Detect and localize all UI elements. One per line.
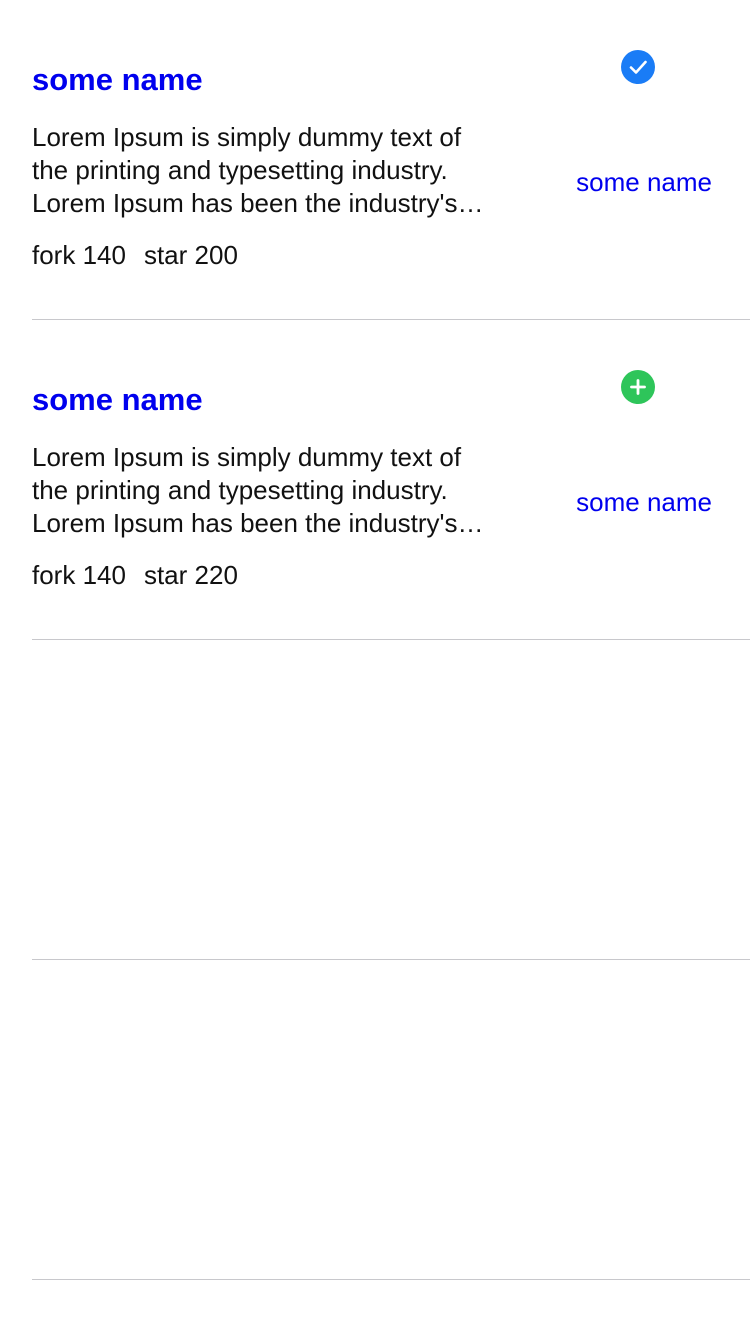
owner-link[interactable]: some name bbox=[576, 486, 712, 518]
repo-name[interactable]: some name bbox=[32, 382, 203, 418]
star-count: star 220 bbox=[143, 560, 238, 590]
empty-cell bbox=[0, 960, 750, 1280]
cell-separator bbox=[32, 1279, 750, 1280]
owner-link[interactable]: some name bbox=[576, 166, 712, 198]
repo-description: Lorem Ipsum is simply dummy text of the … bbox=[32, 442, 462, 538]
plus-circle-icon[interactable] bbox=[621, 370, 655, 404]
repo-cell[interactable]: some name Lorem Ipsum is simply dummy te… bbox=[0, 320, 750, 640]
repo-cell[interactable]: some name Lorem Ipsum is simply dummy te… bbox=[0, 0, 750, 320]
fork-count: fork 140 bbox=[32, 240, 126, 270]
repo-stats: fork 140 star 220 bbox=[32, 559, 256, 591]
checkmark-circle-icon[interactable] bbox=[621, 50, 655, 84]
repo-description: Lorem Ipsum is simply dummy text of the … bbox=[32, 122, 462, 218]
repo-list: some name Lorem Ipsum is simply dummy te… bbox=[0, 0, 750, 1334]
empty-cell bbox=[0, 640, 750, 960]
star-count: star 200 bbox=[143, 240, 238, 270]
repo-stats: fork 140 star 200 bbox=[32, 239, 256, 271]
repo-name[interactable]: some name bbox=[32, 62, 203, 98]
fork-count: fork 140 bbox=[32, 560, 126, 590]
